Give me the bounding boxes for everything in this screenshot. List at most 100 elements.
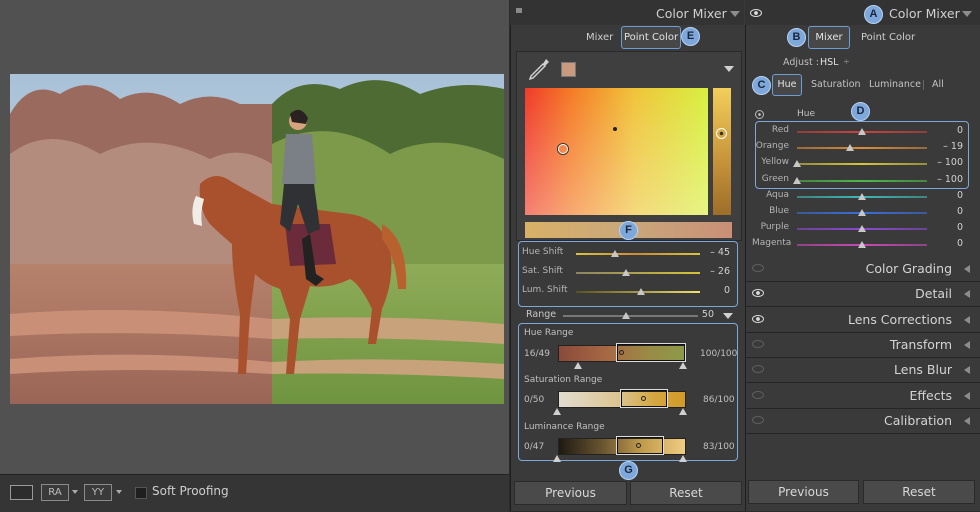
collapse-triangle-icon[interactable] — [730, 11, 740, 17]
section-title: Effects — [909, 387, 953, 403]
adjust-mode-select[interactable]: HSL — [820, 57, 838, 68]
visibility-eye-icon[interactable] — [752, 365, 764, 374]
photo-preview[interactable] — [10, 74, 504, 404]
expand-triangle-icon[interactable] — [964, 391, 970, 400]
hue-slider-track-orange[interactable] — [797, 147, 927, 150]
hue-section-label: Hue — [797, 109, 816, 119]
hue-slider-label-yellow: Yellow — [761, 157, 789, 168]
expand-triangle-icon[interactable] — [964, 290, 970, 299]
hue-saturation-field[interactable] — [525, 88, 708, 215]
hue-slider-thumb-yellow[interactable] — [793, 160, 801, 168]
saturation-range-center-dot — [641, 396, 646, 401]
subtab-saturation[interactable]: Saturation — [811, 79, 861, 90]
swatch-menu-triangle-icon[interactable] — [724, 66, 734, 72]
saturation-range-handle-right[interactable] — [679, 408, 687, 415]
luminance-range-right-value: 83/100 — [703, 442, 735, 452]
range-slider-thumb[interactable] — [622, 312, 630, 319]
section-calibration[interactable]: Calibration — [746, 408, 980, 434]
adjust-select-arrows-icon[interactable]: ÷ — [843, 57, 850, 66]
hue-slider-track-yellow[interactable] — [797, 163, 927, 166]
callout-a: A — [864, 5, 883, 24]
before-after-yy-button[interactable]: YY — [84, 484, 112, 501]
panel-title: Color Mixer — [656, 6, 727, 21]
collapse-triangle-icon[interactable] — [962, 11, 972, 17]
shift-slider-thumb[interactable] — [637, 288, 645, 295]
luminance-range-handle-right[interactable] — [679, 455, 687, 462]
hue-slider-label-orange: Orange — [755, 141, 789, 152]
visibility-eye-icon[interactable] — [752, 339, 764, 348]
hue-slider-label-green: Green — [761, 173, 789, 184]
visibility-eye-icon[interactable] — [752, 314, 764, 323]
hue-slider-thumb-aqua[interactable] — [858, 192, 866, 200]
section-title: Lens Corrections — [847, 311, 952, 327]
visibility-eye-icon[interactable] — [750, 9, 762, 17]
hue-slider-thumb-green[interactable] — [793, 176, 801, 184]
eyedropper-icon[interactable] — [526, 56, 552, 82]
luminance-point[interactable] — [716, 128, 727, 139]
hue-slider-thumb-orange[interactable] — [846, 144, 855, 152]
hue-slider-value-aqua: 0 — [956, 189, 963, 201]
hue-slider-thumb-magenta[interactable] — [858, 241, 866, 249]
tab-point-color[interactable]: Point Color — [621, 26, 681, 49]
hue-slider-thumb-red[interactable] — [858, 128, 866, 135]
hue-slider-value-magenta: 0 — [956, 238, 963, 250]
previous-button[interactable]: Previous — [514, 481, 627, 505]
hue-slider-label-purple: Purple — [760, 222, 789, 233]
expand-triangle-icon[interactable] — [964, 315, 970, 324]
shift-slider-value: – 45 — [710, 247, 730, 258]
previous-button[interactable]: Previous — [748, 480, 859, 504]
hue-range-handle-right[interactable] — [679, 362, 687, 369]
chevron-down-icon[interactable] — [72, 490, 78, 494]
section-effects[interactable]: Effects — [746, 383, 980, 409]
saturation-range-right-value: 86/100 — [703, 395, 735, 405]
section-lens-corrections[interactable]: Lens Corrections — [746, 307, 980, 333]
subtab-all[interactable]: All — [932, 79, 944, 90]
chevron-down-icon[interactable] — [116, 490, 122, 494]
expand-triangle-icon[interactable] — [964, 416, 970, 425]
shift-slider-label: Lum. Shift — [522, 285, 568, 295]
section-detail[interactable]: Detail — [746, 282, 980, 308]
visibility-eye-icon[interactable] — [752, 264, 764, 272]
section-lens-blur[interactable]: Lens Blur — [746, 358, 980, 384]
section-transform[interactable]: Transform — [746, 332, 980, 358]
visibility-eye-icon[interactable] — [752, 415, 764, 424]
hue-range-handle-left[interactable] — [574, 362, 582, 369]
expand-triangle-icon[interactable] — [964, 340, 970, 349]
before-after-ra-button[interactable]: RA — [41, 484, 69, 501]
visibility-eye-icon[interactable] — [752, 390, 764, 399]
shift-slider-value: – 26 — [710, 266, 730, 277]
subtab-luminance[interactable]: Luminance — [869, 79, 921, 90]
shift-slider-thumb[interactable] — [611, 250, 619, 257]
loupe-view-icon[interactable] — [10, 485, 33, 500]
shift-slider-thumb[interactable] — [622, 269, 630, 276]
target-adjust-icon[interactable] — [755, 110, 764, 119]
callout-d: D — [851, 102, 870, 121]
hue-slider-value-orange: – 19 — [943, 141, 963, 153]
hue-range-label: Hue Range — [524, 328, 574, 338]
luminance-strip[interactable] — [713, 88, 731, 215]
tab-mixer[interactable]: Mixer — [808, 26, 850, 49]
range-slider-track[interactable] — [563, 315, 698, 317]
expand-triangle-icon[interactable] — [964, 265, 970, 273]
range-expand-triangle-icon[interactable] — [723, 313, 733, 319]
panel-title: Color Mixer — [889, 6, 960, 21]
soft-proofing-checkbox[interactable] — [135, 487, 147, 499]
color-picker-point[interactable] — [558, 144, 568, 154]
reset-button[interactable]: Reset — [630, 481, 742, 505]
hue-slider-thumb-blue[interactable] — [858, 209, 866, 216]
visibility-eye-icon[interactable] — [752, 289, 764, 298]
reset-button[interactable]: Reset — [863, 480, 975, 504]
hue-slider-track-green[interactable] — [797, 179, 927, 182]
luminance-range-handle-left[interactable] — [553, 455, 561, 462]
tab-point-color[interactable]: Point Color — [861, 32, 915, 43]
hue-slider-thumb-purple[interactable] — [858, 225, 866, 233]
saturation-range-handle-left[interactable] — [553, 408, 561, 415]
tab-mixer[interactable]: Mixer — [586, 32, 613, 43]
shift-slider-track[interactable] — [576, 253, 700, 255]
subtab-hue[interactable]: Hue — [772, 74, 802, 96]
shift-slider-track[interactable] — [576, 272, 700, 274]
expand-triangle-icon[interactable] — [964, 366, 970, 375]
section-color-grading[interactable]: Color Grading — [746, 257, 980, 282]
hue-range-selection[interactable] — [616, 343, 686, 362]
sampled-color-swatch[interactable] — [561, 62, 576, 77]
